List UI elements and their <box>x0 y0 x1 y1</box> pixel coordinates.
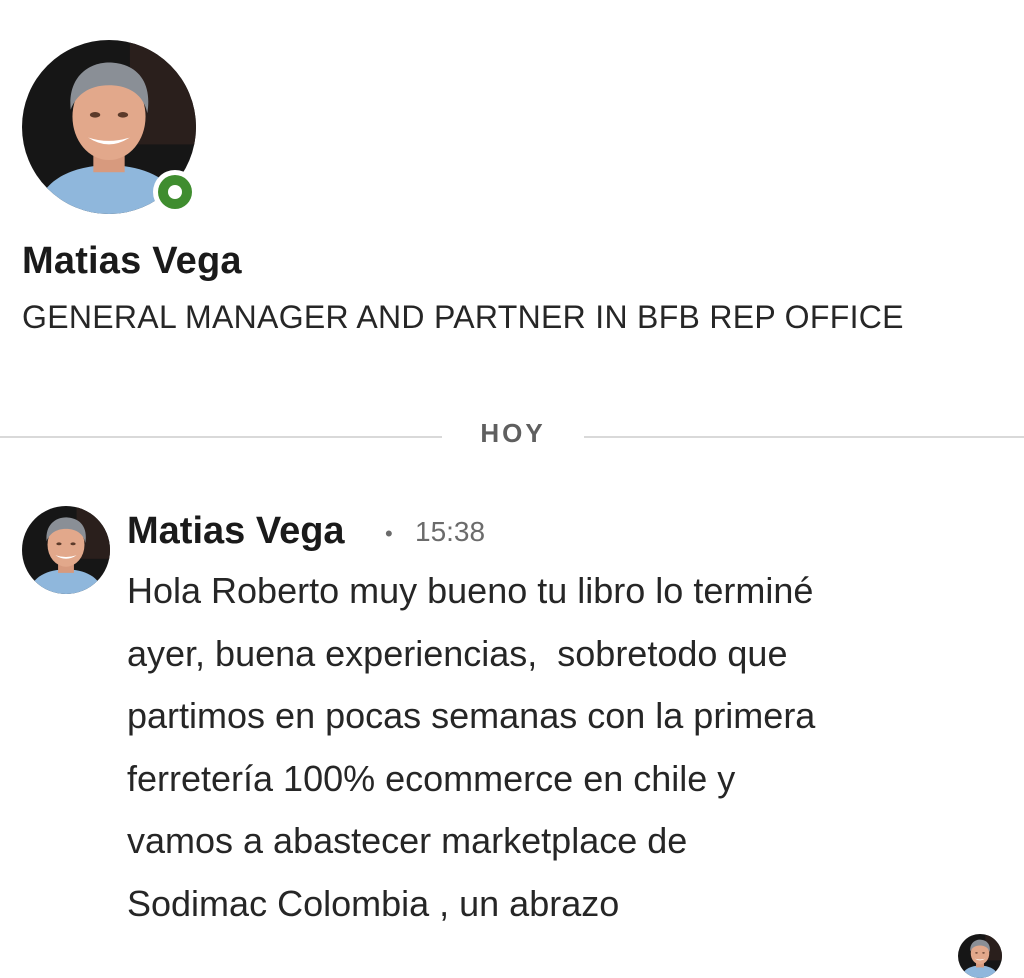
online-status-icon <box>153 170 197 214</box>
message-line: partimos en pocas semanas con la primera <box>127 695 816 736</box>
read-receipt-avatar <box>958 934 1002 978</box>
message-body: Hola Roberto muy bueno tu libro lo termi… <box>127 560 1007 935</box>
message-timestamp: 15:38 <box>415 516 486 547</box>
message-line: ferretería 100% ecommerce en chile y <box>127 757 736 799</box>
message-sender-avatar[interactable] <box>22 506 110 594</box>
date-divider-label: HOY <box>480 418 546 448</box>
profile-name[interactable]: Matias Vega <box>22 240 242 283</box>
seen-avatar-icon <box>958 934 1002 978</box>
message-line: Hola Roberto muy bueno tu libro lo termi… <box>127 570 814 611</box>
message-line: vamos a abastecer marketplace de <box>127 820 688 861</box>
sender-photo-icon <box>22 506 110 594</box>
message-line: ayer, buena experiencias, sobretodo que <box>127 632 788 674</box>
divider-right <box>584 436 1024 438</box>
profile-headline: GENERAL MANAGER AND PARTNER IN BFB REP O… <box>22 299 904 335</box>
message-sender-name[interactable]: Matias Vega <box>127 510 345 553</box>
message-meta-separator: • <box>385 521 393 546</box>
divider-left <box>0 436 442 438</box>
message-line: Sodimac Colombia , un abrazo <box>127 882 620 924</box>
profile-avatar[interactable] <box>22 40 197 214</box>
